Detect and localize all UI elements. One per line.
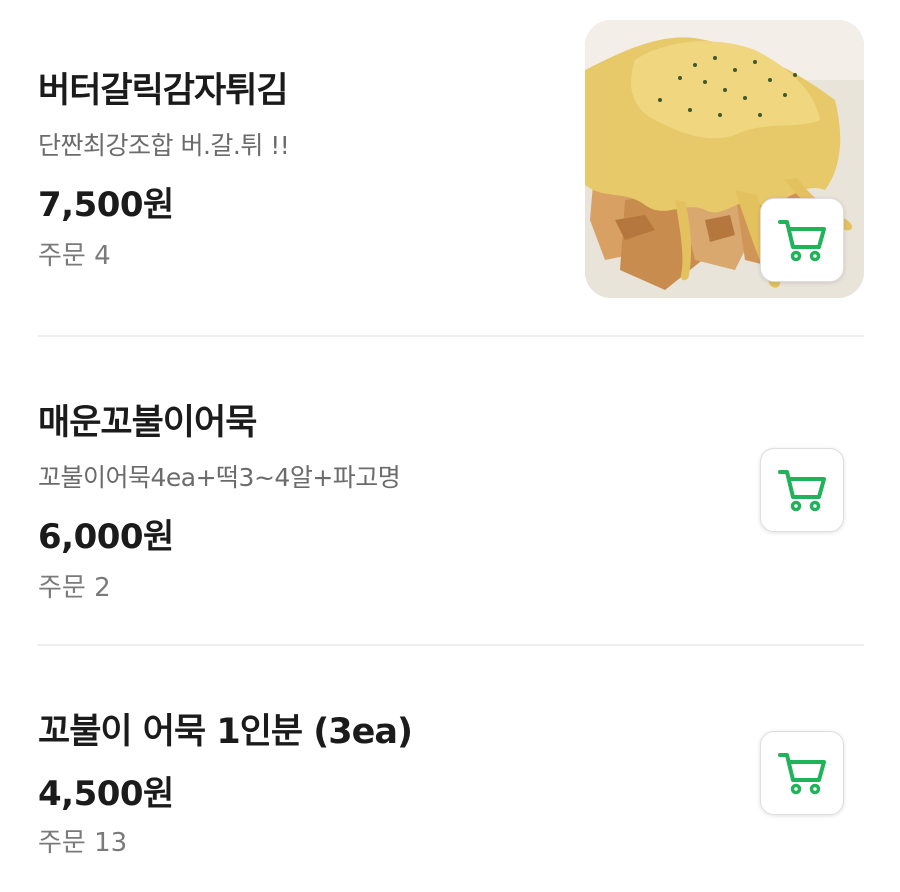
cart-icon — [777, 467, 827, 513]
menu-item-spicy-curly-fishcake[interactable]: 매운꼬불이어묵 꼬불이어묵4ea+떡3~4알+파고명 6,000원 주문 2 — [38, 336, 864, 645]
menu-item-name: 매운꼬불이어묵 — [38, 403, 257, 443]
menu-item-curly-fishcake-single[interactable]: 꼬불이 어묵 1인분 (3ea) 4,500원 주문 13 — [38, 645, 864, 892]
menu-item-description: 꼬불이어묵4ea+떡3~4알+파고명 — [38, 463, 401, 492]
menu-item-photo[interactable] — [585, 20, 864, 298]
add-to-cart-button[interactable] — [760, 448, 844, 532]
menu-item-description: 단짠최강조합 버.갈.튀 !! — [38, 131, 290, 160]
menu-item-butter-garlic-fries[interactable]: 버터갈릭감자튀김 단짠최강조합 버.갈.튀 !! 7,500원 주문 4 — [38, 0, 864, 336]
add-to-cart-button[interactable] — [760, 198, 844, 282]
menu-item-order-count: 주문 2 — [38, 573, 111, 603]
menu-item-name: 꼬불이 어묵 1인분 (3ea) — [38, 712, 413, 752]
menu-item-name: 버터갈릭감자튀김 — [38, 71, 289, 111]
menu-item-price: 6,000원 — [38, 517, 174, 557]
menu-item-order-count: 주문 13 — [38, 828, 128, 858]
menu-list: 버터갈릭감자튀김 단짠최강조합 버.갈.튀 !! 7,500원 주문 4 매운꼬… — [0, 0, 900, 892]
cart-icon — [777, 217, 827, 263]
add-to-cart-button[interactable] — [760, 731, 844, 815]
menu-item-price: 7,500원 — [38, 185, 174, 225]
menu-item-price: 4,500원 — [38, 774, 174, 814]
menu-item-order-count: 주문 4 — [38, 241, 111, 271]
cart-icon — [777, 750, 827, 796]
